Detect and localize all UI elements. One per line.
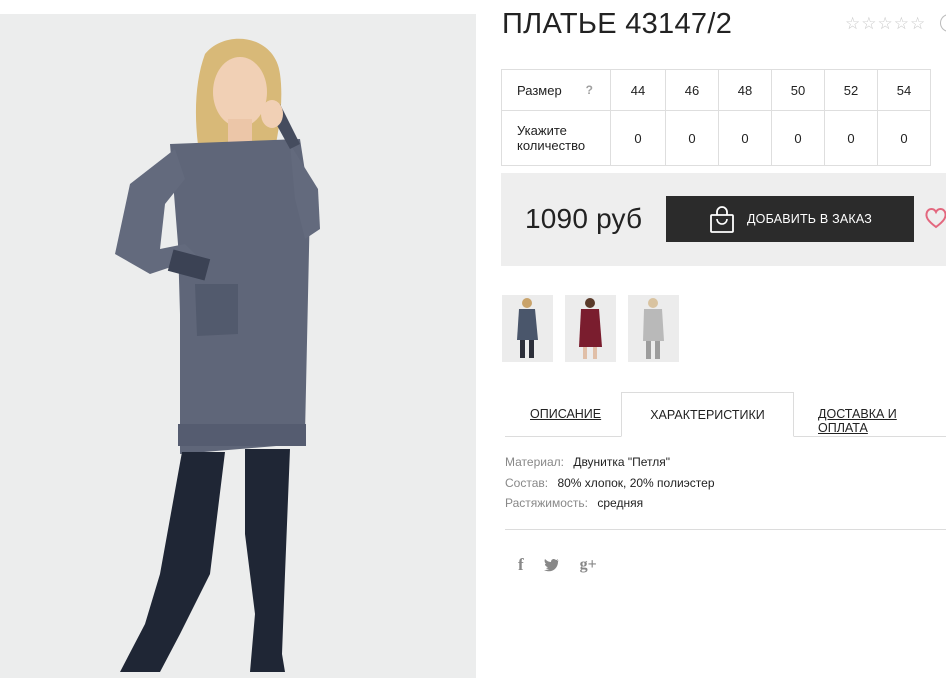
facebook-icon[interactable]: f [518,555,524,575]
size-option: 46 [665,69,719,111]
tab-description[interactable]: ОПИСАНИЕ [530,407,601,421]
quantity-input[interactable]: 0 [771,110,825,166]
characteristic-value: 80% хлопок, 20% полиэстер [557,475,715,490]
size-label-cell: Размер ? [501,69,611,111]
price-bar: 1090 руб ДОБАВИТЬ В ЗАКАЗ [501,173,946,266]
quantity-label-line1: Укажите [517,123,567,138]
quantity-row: Укажите количество 0 0 0 0 0 0 [501,110,931,166]
size-option: 50 [771,69,825,111]
star-icon[interactable]: ☆ [878,15,893,33]
product-title: ПЛАТЬЕ 43147/2 [502,8,733,40]
add-to-order-label: ДОБАВИТЬ В ЗАКАЗ [747,212,873,226]
heart-icon[interactable] [924,206,946,230]
shopping-bag-icon [710,206,734,233]
quantity-input[interactable]: 0 [610,110,666,166]
size-option: 44 [610,69,666,111]
quantity-input[interactable]: 0 [824,110,878,166]
size-option: 52 [824,69,878,111]
product-main-image[interactable] [0,14,476,678]
characteristic-row: Материал: Двунитка "Петля" [505,455,715,476]
thumbnail-image [643,298,664,359]
star-icon[interactable]: ☆ [910,15,925,33]
quantity-label-line2: количество [517,138,586,153]
model-photo-illustration [115,38,320,672]
characteristics-list: Материал: Двунитка "Петля" Состав: 80% х… [505,455,715,517]
help-icon[interactable]: ? [586,83,593,97]
quantity-input[interactable]: 0 [665,110,719,166]
rating-stars[interactable]: ☆ ☆ ☆ ☆ ☆ [845,15,925,33]
section-divider [505,529,946,530]
google-plus-icon[interactable]: g+ [580,556,597,574]
thumbnail-burgundy-dress[interactable] [565,295,616,362]
characteristic-key: Состав: [505,475,549,490]
characteristic-row: Состав: 80% хлопок, 20% полиэстер [505,476,715,497]
star-icon[interactable]: ☆ [861,15,876,33]
thumbnail-grey-dress[interactable] [628,295,679,362]
thumbnail-image [579,298,602,359]
star-icon[interactable]: ☆ [894,15,909,33]
comment-icon[interactable] [940,14,946,32]
size-row: Размер ? 44 46 48 50 52 54 [501,69,931,111]
size-option: 54 [877,69,931,111]
tab-delivery[interactable]: ДОСТАВКА И ОПЛАТА [818,407,946,435]
thumbnail-gallery [502,295,679,362]
size-table: Размер ? 44 46 48 50 52 54 Укажите колич… [501,69,931,166]
characteristic-row: Растяжимость: средняя [505,496,715,517]
characteristic-value: Двунитка "Петля" [573,455,671,469]
star-icon[interactable]: ☆ [845,15,860,33]
product-tabs: ОПИСАНИЕ ХАРАКТЕРИСТИКИ ДОСТАВКА И ОПЛАТ… [505,392,946,437]
quantity-label-cell: Укажите количество [501,110,611,166]
add-to-order-button[interactable]: ДОБАВИТЬ В ЗАКАЗ [666,196,914,242]
thumbnail-blue-dress[interactable] [502,295,553,362]
characteristic-key: Растяжимость: [505,496,589,510]
size-label: Размер [517,82,562,98]
tab-characteristics[interactable]: ХАРАКТЕРИСТИКИ [621,392,794,437]
quantity-input[interactable]: 0 [718,110,772,166]
twitter-icon[interactable] [543,558,560,572]
size-option: 48 [718,69,772,111]
characteristic-key: Материал: [505,455,564,469]
thumbnail-image [517,298,538,358]
quantity-input[interactable]: 0 [877,110,931,166]
characteristic-value: средняя [597,496,644,510]
price: 1090 руб [525,203,643,234]
social-share: f g+ [518,555,597,575]
